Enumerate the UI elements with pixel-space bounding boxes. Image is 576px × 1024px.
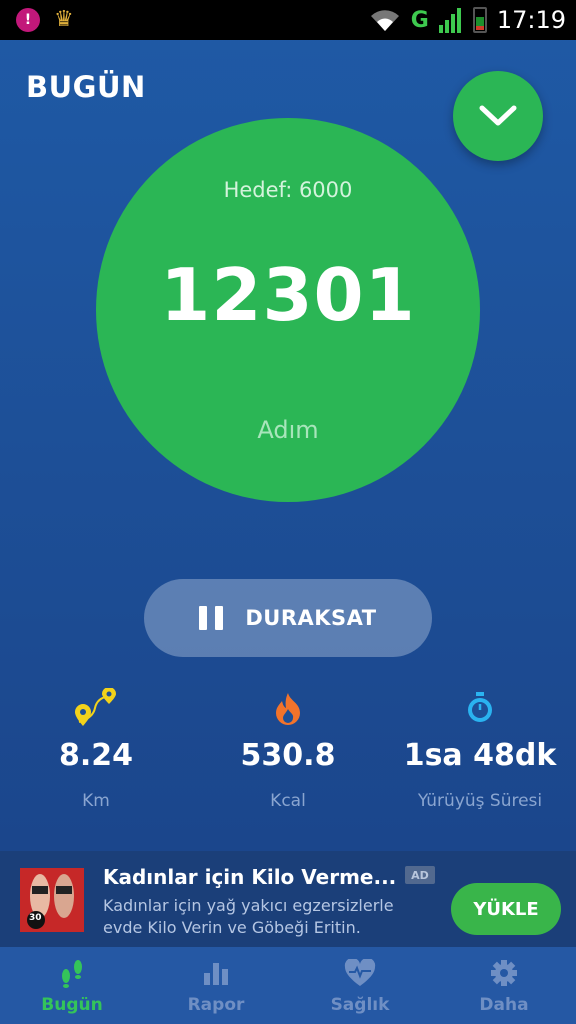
- network-type: G: [410, 7, 429, 33]
- ad-description: Kadınlar için yağ yakıcı egzersizlerle e…: [103, 896, 394, 937]
- step-count: 12301: [160, 253, 416, 337]
- ad-install-button[interactable]: YÜKLE: [451, 883, 561, 935]
- step-progress-circle: Hedef: 6000 12301 Adım: [96, 118, 480, 502]
- stat-calories: 530.8 Kcal: [192, 686, 384, 811]
- footsteps-icon: [62, 960, 82, 988]
- bottom-nav: Bugün Rapor Sağlık Daha: [0, 947, 576, 1024]
- nav-item-health[interactable]: Sağlık: [288, 947, 432, 1024]
- nav-label: Daha: [479, 995, 529, 1015]
- ad-banner[interactable]: 30 Kadınlar için Kilo Verme... Kadınlar …: [0, 851, 576, 947]
- gear-icon: [491, 960, 517, 986]
- battery-icon: [472, 7, 487, 33]
- stopwatch-icon: [468, 692, 492, 722]
- stat-distance: 8.24 Km: [0, 686, 192, 811]
- stat-label: Yürüyüş Süresi: [417, 791, 543, 811]
- goal-label: Hedef: 6000: [223, 178, 353, 202]
- stat-value: 1sa 48dk: [403, 738, 557, 773]
- stat-label: Km: [82, 791, 110, 811]
- crown-icon: ♛: [54, 7, 74, 32]
- bar-chart-icon: [204, 963, 228, 985]
- stat-value: 530.8: [240, 738, 336, 773]
- nav-label: Bugün: [41, 995, 103, 1015]
- expand-button[interactable]: [453, 71, 543, 161]
- nav-label: Sağlık: [330, 995, 390, 1015]
- stat-value: 8.24: [58, 738, 134, 773]
- chevron-down-icon: [479, 105, 517, 126]
- status-bar: ! ♛ G 17:19: [0, 0, 576, 40]
- ad-title[interactable]: Kadınlar için Kilo Verme...: [103, 865, 396, 889]
- stat-walk-time: 1sa 48dk Yürüyüş Süresi: [384, 686, 576, 811]
- clock: 17:19: [496, 6, 566, 34]
- stat-label: Kcal: [270, 791, 306, 811]
- app-notification-icon: !: [16, 8, 40, 32]
- stats-row: 8.24 Km 530.8 Kcal 1sa 48dk Yürüyüş Süre…: [0, 686, 576, 826]
- nav-label: Rapor: [187, 995, 245, 1015]
- ad-thumbnail-label: 30: [29, 913, 42, 923]
- page-title: BUGÜN: [26, 70, 146, 104]
- heart-pulse-icon: [344, 959, 376, 986]
- route-pins-icon: [75, 688, 116, 726]
- wifi-icon: [370, 10, 399, 32]
- pause-button[interactable]: DURAKSAT: [144, 579, 432, 657]
- nav-item-today[interactable]: Bugün: [0, 947, 144, 1024]
- ad-badge: AD: [405, 866, 435, 884]
- nav-item-report[interactable]: Rapor: [144, 947, 288, 1024]
- ad-thumbnail[interactable]: 30: [20, 868, 84, 932]
- pause-icon: [199, 606, 224, 630]
- step-unit: Adım: [257, 416, 319, 444]
- pause-button-label: DURAKSAT: [245, 606, 377, 630]
- flame-icon: [276, 693, 300, 725]
- nav-item-more[interactable]: Daha: [432, 947, 576, 1024]
- signal-icon: [438, 8, 461, 33]
